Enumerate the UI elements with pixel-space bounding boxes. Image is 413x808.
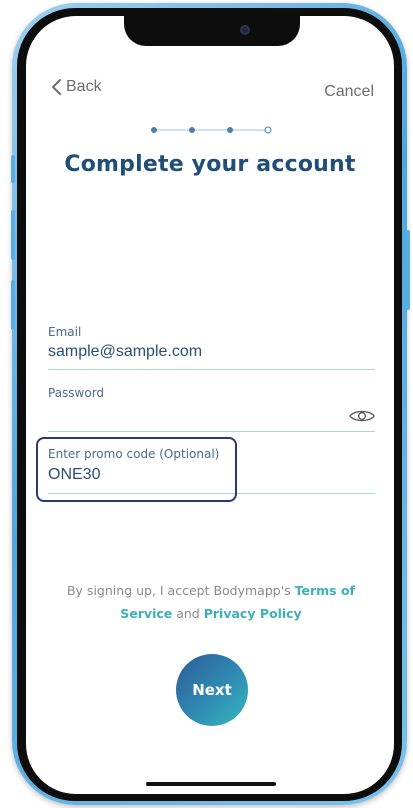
step-dot — [189, 127, 195, 133]
back-label: Back — [66, 78, 102, 95]
back-button[interactable]: Back — [50, 78, 102, 96]
chevron-left-icon — [52, 79, 61, 95]
email-field[interactable]: Email — [48, 325, 375, 370]
email-input[interactable] — [48, 343, 348, 361]
password-input[interactable] — [48, 405, 348, 423]
progress-stepper — [151, 126, 272, 134]
phone-side-button-volume-up — [11, 210, 15, 260]
step-dot-current — [227, 127, 233, 133]
password-label: Password — [48, 386, 105, 400]
terms-text: By signing up, I accept Bodymapp's Terms… — [66, 579, 356, 625]
eye-icon[interactable] — [349, 408, 375, 424]
privacy-policy-link[interactable]: Privacy Policy — [204, 606, 302, 621]
step-dot-future — [264, 126, 272, 134]
phone-screen: Back Cancel Complete your account Email … — [26, 16, 394, 794]
camera-icon — [240, 25, 250, 35]
phone-side-button-power — [406, 230, 410, 310]
promo-code-highlight — [36, 437, 237, 502]
phone-side-button-silent — [11, 155, 15, 183]
notch — [124, 16, 300, 46]
terms-prefix: By signing up, I accept Bodymapp's — [66, 583, 295, 598]
password-field[interactable]: Password — [48, 386, 375, 432]
terms-joiner: and — [172, 606, 204, 621]
cancel-button[interactable]: Cancel — [324, 83, 374, 101]
phone-side-button-volume-down — [11, 280, 15, 330]
next-button[interactable]: Next — [176, 654, 248, 726]
page-title: Complete your account — [64, 152, 356, 177]
step-dot — [151, 127, 157, 133]
email-label: Email — [48, 325, 82, 339]
home-indicator — [146, 782, 276, 786]
